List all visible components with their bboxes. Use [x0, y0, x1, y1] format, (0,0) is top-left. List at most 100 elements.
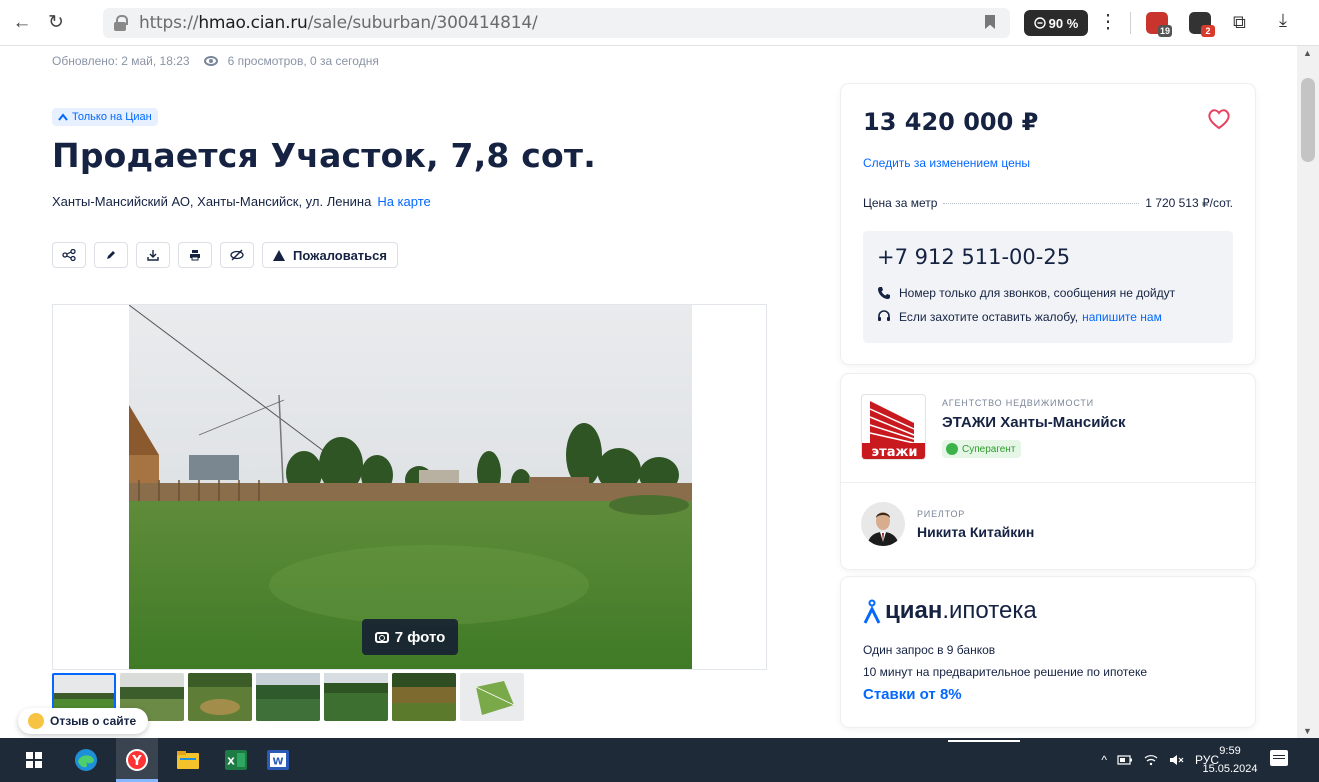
browser-toolbar: ← ↻ https://hmao.cian.ru/sale/suburban/3…	[0, 0, 1319, 46]
calls-only-note: Номер только для звонков, сообщения не д…	[877, 286, 1175, 300]
updated-text: Обновлено: 2 май, 18:23	[52, 54, 190, 68]
calls-only-text: Номер только для звонков, сообщения не д…	[899, 286, 1176, 300]
clock-time: 9:59	[1219, 745, 1241, 757]
bookmark-icon[interactable]	[985, 15, 995, 29]
excel-icon[interactable]: X	[222, 746, 250, 774]
mortgage-rate-link[interactable]: Ставки от 8%	[863, 686, 962, 703]
map-link[interactable]: На карте	[377, 194, 430, 209]
battery-icon[interactable]	[1117, 754, 1133, 766]
mortgage-card[interactable]: циан .ипотека Один запрос в 9 банков 10 м…	[841, 577, 1255, 727]
extension-badge: 19	[1158, 25, 1172, 37]
reload-icon[interactable]: ↻	[42, 9, 70, 37]
heart-icon[interactable]	[1207, 108, 1231, 130]
thumbnail[interactable]	[460, 673, 524, 721]
scroll-up-icon[interactable]: ▲	[1303, 48, 1312, 58]
superagent-badge: Суперагент	[942, 440, 1022, 458]
realtor-avatar[interactable]	[861, 502, 905, 546]
phone-box: +7 912 511-00-25 Номер только для звонко…	[863, 231, 1233, 343]
zoom-level: 90 %	[1048, 15, 1079, 31]
scroll-down-icon[interactable]: ▼	[1303, 726, 1312, 736]
download-icon[interactable]: ⤓	[1279, 10, 1287, 31]
main-photo[interactable]	[129, 305, 692, 669]
listing-address: Ханты-Мансийский АО, Ханты-Мансийск, ул.…	[52, 194, 431, 209]
only-cian-text: Только на Циан	[72, 111, 152, 123]
lock-icon	[113, 15, 128, 31]
cian-mortgage-logo: циан .ипотека	[863, 597, 1037, 625]
feedback-button[interactable]: Отзыв о сайте	[18, 708, 148, 734]
follow-price-link[interactable]: Следить за изменением цены	[863, 156, 1030, 170]
complaint-text: Если захотите оставить жалобу,	[899, 310, 1079, 324]
address-text: Ханты-Мансийский АО, Ханты-Мансийск, ул.…	[52, 194, 372, 209]
share-button[interactable]	[52, 242, 86, 268]
extension-icon-1[interactable]: 19	[1146, 12, 1172, 37]
realtor-label: РИЕЛТОР	[917, 509, 966, 519]
photo-gallery[interactable]: 7 фото	[52, 304, 767, 670]
page-content: Обновлено: 2 май, 18:23 6 просмотров, 0 …	[0, 46, 1297, 738]
superagent-icon	[946, 443, 958, 455]
phone-number[interactable]: +7 912 511-00-25	[877, 245, 1070, 269]
zoom-indicator[interactable]: 90 %	[1024, 10, 1088, 36]
edge-browser-icon[interactable]	[72, 746, 100, 774]
price-per-meter-value: 1 720 513 ₽/сот.	[1145, 196, 1233, 210]
page-scrollbar[interactable]: ▲ ▼	[1297, 46, 1319, 738]
superagent-label: Суперагент	[962, 443, 1016, 455]
file-explorer-icon[interactable]	[174, 746, 202, 774]
extensions-puzzle-icon[interactable]: ⧉	[1233, 12, 1246, 33]
agency-logo[interactable]: этажи	[861, 394, 926, 460]
dotted-leader	[943, 203, 1140, 204]
price: 13 420 000 ₽	[863, 108, 1039, 136]
yandex-browser-icon[interactable]: Y	[116, 738, 158, 782]
taskbar-window-indicator	[948, 740, 1020, 742]
svg-text:X: X	[227, 757, 235, 768]
svg-text:W: W	[272, 757, 283, 768]
complaint-note: Если захотите оставить жалобу, напишите …	[877, 310, 1162, 324]
notification-center-icon[interactable]	[1270, 750, 1288, 766]
warning-icon	[273, 249, 285, 261]
only-cian-badge: Только на Циан	[52, 108, 158, 126]
agency-card: этажи АГЕНТСТВО НЕДВИЖИМОСТИ ЭТАЖИ Ханты…	[841, 374, 1255, 569]
thumbnail[interactable]	[188, 673, 252, 721]
complain-label: Пожаловаться	[293, 247, 387, 263]
clock-date: 15.05.2024	[1202, 763, 1258, 775]
photos-count-label: 7 фото	[394, 628, 446, 646]
photos-count-button[interactable]: 7 фото	[362, 619, 458, 655]
thumbnail[interactable]	[392, 673, 456, 721]
svg-text:Y: Y	[131, 754, 142, 769]
thumbnail[interactable]	[256, 673, 320, 721]
scroll-thumb[interactable]	[1301, 78, 1315, 162]
print-button[interactable]	[178, 242, 212, 268]
views-text: 6 просмотров, 0 за сегодня	[227, 54, 379, 68]
back-arrow-icon[interactable]: ←	[8, 9, 36, 37]
complain-button[interactable]: Пожаловаться	[262, 242, 398, 268]
thumbnail[interactable]	[324, 673, 388, 721]
clock[interactable]: 9:59 15.05.2024	[1195, 742, 1265, 778]
wifi-icon[interactable]	[1143, 754, 1159, 766]
price-per-meter-label: Цена за метр	[863, 196, 938, 210]
price-card: 13 420 000 ₽ Следить за изменением цены …	[841, 84, 1255, 364]
word-icon[interactable]: W	[264, 746, 292, 774]
windows-start-icon[interactable]	[20, 746, 48, 774]
listing-meta: Обновлено: 2 май, 18:23 6 просмотров, 0 …	[52, 54, 379, 68]
download-pdf-button[interactable]	[136, 242, 170, 268]
printer-icon	[190, 250, 200, 261]
note-button[interactable]	[94, 242, 128, 268]
agency-label: АГЕНТСТВО НЕДВИЖИМОСТИ	[942, 398, 1094, 408]
download-icon	[147, 250, 159, 261]
divider	[841, 482, 1255, 483]
more-menu-icon[interactable]: ⋮	[1098, 10, 1118, 36]
realtor-name[interactable]: Никита Китайкин	[917, 524, 1034, 540]
hide-button[interactable]	[220, 242, 254, 268]
volume-muted-icon[interactable]	[1169, 754, 1185, 766]
url-text: https://hmao.cian.ru/sale/suburban/30041…	[139, 13, 538, 33]
address-bar[interactable]: https://hmao.cian.ru/sale/suburban/30041…	[103, 8, 1010, 38]
share-icon	[62, 249, 76, 261]
tray-chevron-icon[interactable]: ^	[1101, 753, 1107, 767]
agency-name[interactable]: ЭТАЖИ Ханты-Мансийск	[942, 414, 1126, 431]
agency-logo-text: этажи	[871, 445, 917, 460]
phone-icon	[878, 287, 890, 299]
mortgage-line-1: Один запрос в 9 банков	[863, 643, 996, 657]
mortgage-line-2: 10 минут на предварительное решение по и…	[863, 665, 1147, 679]
extension-icon-2[interactable]: 2	[1189, 12, 1215, 37]
windows-taskbar: Y X W ^ РУС 9:59 15.05.2024	[0, 738, 1319, 782]
write-us-link[interactable]: напишите нам	[1082, 310, 1162, 324]
